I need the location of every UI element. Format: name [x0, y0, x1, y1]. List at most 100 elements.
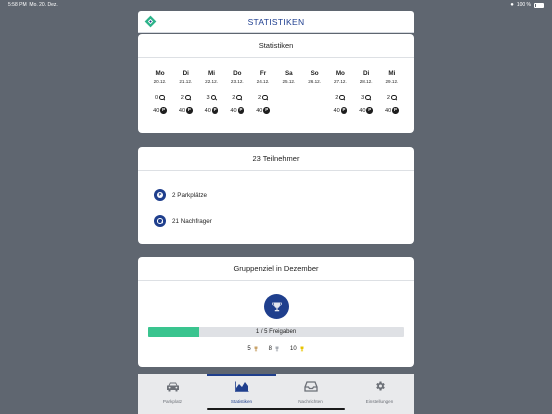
tab-label: Parkplatz [162, 399, 183, 404]
spots-row: 40 P [354, 104, 378, 117]
parking-icon: P [392, 107, 399, 114]
participant-item-seekers[interactable]: 21 Nachfrager [154, 215, 212, 227]
car-icon [166, 382, 179, 392]
group-goal-title: Gruppenziel in Dezember [138, 257, 414, 281]
award-gold: 10 [290, 346, 305, 352]
day-date: 21.12. [179, 79, 193, 84]
day-name: Do [233, 70, 242, 77]
seekers-count: 0 [154, 94, 159, 101]
award-count: 8 [268, 346, 272, 352]
group-goal-card: Gruppenziel in Dezember 1 / 5 Freigaben … [138, 257, 414, 367]
day-name: Mi [208, 70, 216, 77]
battery-icon [534, 2, 544, 8]
day-name: Sa [284, 70, 293, 77]
day-name: Fr [259, 70, 267, 77]
tab-bar: Parkplatz Statistiken Nachrichten Einste… [138, 374, 414, 414]
statistics-card: Statistiken Mo 20.12. 0 40 P Di 21.12. 2 40 P Mi 22… [138, 34, 414, 133]
status-time-date: 5:58 PM Mo. 20. Dez. [8, 2, 58, 8]
day-name: Mo [155, 70, 165, 77]
day-date: 28.12. [359, 79, 373, 84]
inbox-icon [303, 381, 318, 392]
tab-einstellungen[interactable]: Einstellungen [352, 379, 407, 404]
parking-icon: P [366, 107, 373, 114]
parking-icon: P [263, 107, 270, 114]
spots-row: 40 P [225, 104, 249, 117]
day-column: Fr 24.12. 2 40 P [251, 70, 275, 117]
spots-count: 40 [204, 107, 211, 114]
seekers-row: 2 [251, 91, 275, 104]
spots-row: 40 P [148, 104, 172, 117]
seekers-count: 2 [258, 94, 262, 101]
day-column: Di 28.12. 3 40 P [354, 70, 378, 117]
seekers-row: 2 [225, 91, 249, 104]
tab-nachrichten[interactable]: Nachrichten [283, 379, 338, 404]
day-date: 20.12. [153, 79, 167, 84]
seekers-row: 2 [328, 91, 352, 104]
participants-card-title: 23 Teilnehmer [138, 147, 414, 171]
spots-count: 40 [333, 107, 340, 114]
tab-label: Statistiken [230, 399, 253, 404]
search-icon [236, 94, 243, 101]
tab-label: Nachrichten [298, 399, 323, 404]
seekers-row: 3 [354, 91, 378, 104]
day-name: Di [362, 70, 370, 77]
parking-icon: P [160, 107, 167, 114]
trophy-icon [264, 294, 289, 319]
battery-text: 100 % [516, 2, 531, 8]
seekers-count: 3 [206, 94, 210, 101]
day-column: Mi 22.12. 3 40 P [200, 70, 224, 117]
tab-parkplatz[interactable]: Parkplatz [145, 379, 200, 404]
search-icon [210, 94, 217, 101]
search-icon [365, 94, 371, 101]
day-column: Mo 20.12. 0 40 P [148, 70, 172, 117]
gold-trophy-icon [300, 346, 304, 352]
day-date: 26.12. [308, 79, 321, 84]
day-column: Mi 29.12. 2 40 P [380, 70, 404, 117]
spots-count: 40 [359, 107, 366, 114]
statistics-card-title: Statistiken [138, 34, 414, 58]
seekers-count: 2 [386, 94, 390, 101]
award-count: 5 [247, 346, 251, 352]
goal-progress-bar: 1 / 5 Freigaben [148, 327, 404, 337]
seekers-count: 2 [232, 94, 236, 101]
tab-label: Einstellungen [365, 399, 394, 404]
status-bar: 5:58 PM Mo. 20. Dez. ● 100 % [0, 0, 552, 10]
status-right: ● 100 % [510, 2, 544, 8]
participants-card: 23 Teilnehmer P 2 Parkplätze 21 Nachfrag… [138, 147, 414, 244]
spots-count: 40 [230, 107, 237, 114]
seekers-row: 3 [200, 91, 224, 104]
spots-row: 40 P [328, 104, 352, 117]
gear-icon [375, 381, 385, 391]
award-count: 10 [290, 346, 297, 352]
parking-icon: P [340, 107, 348, 114]
parking-icon: P [186, 107, 193, 114]
search-icon [159, 94, 165, 101]
participant-item-parking[interactable]: P 2 Parkplätze [154, 189, 207, 201]
home-indicator [207, 408, 345, 410]
spots-row: 40 P [200, 104, 224, 117]
day-date: 22.12. [205, 79, 218, 84]
active-tab-indicator [207, 374, 276, 376]
search-icon [390, 94, 397, 101]
day-column: Do 23.12. 2 40 P [225, 70, 249, 117]
day-grid: Mo 20.12. 0 40 P Di 21.12. 2 40 P Mi 22.12. 3 40 P Do 23… [148, 70, 404, 117]
parking-icon: P [211, 107, 219, 114]
spots-count: 40 [178, 107, 186, 114]
progress-text: 1 / 5 Freigaben [255, 329, 297, 335]
navigation-bar: STATISTIKEN [138, 11, 414, 33]
spots-row: 40 P [380, 104, 404, 117]
search-icon [262, 94, 268, 101]
tab-statistiken[interactable]: Statistiken [214, 379, 269, 404]
search-icon [154, 215, 166, 227]
seekers-count: 2 [335, 94, 339, 101]
spots-count: 40 [256, 107, 263, 114]
seekers-row: 2 [174, 91, 198, 104]
search-icon [184, 94, 191, 101]
award-levels: 5 8 10 [138, 346, 414, 352]
parking-icon: P [154, 189, 166, 201]
day-column: Mo 27.12. 2 40 P [328, 70, 352, 117]
search-icon [339, 94, 346, 101]
day-date: 27.12. [333, 79, 347, 84]
seekers-row [277, 91, 301, 104]
day-date: 29.12. [385, 79, 399, 84]
